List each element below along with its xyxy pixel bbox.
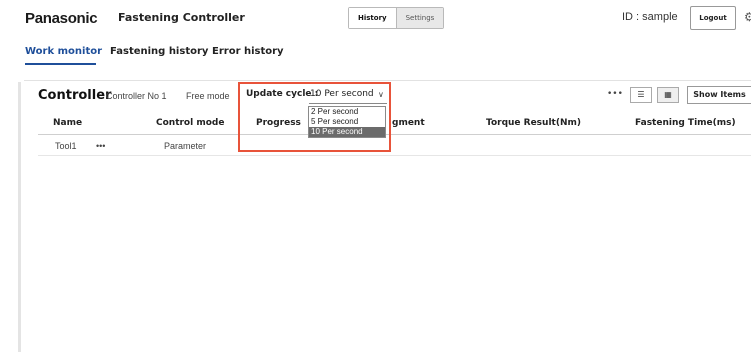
row-control-mode: Parameter <box>164 141 207 151</box>
column-header-fastening-time: Fastening Time(ms) <box>635 118 736 128</box>
update-cycle-option-2[interactable]: 2 Per second <box>309 107 385 117</box>
app-title: Fastening Controller <box>118 11 245 24</box>
chevron-down-icon[interactable]: ∨ <box>378 90 384 99</box>
header-divider <box>38 134 751 135</box>
grid-view-icon[interactable]: ▦ <box>657 87 679 103</box>
show-items-button[interactable]: Show Items <box>687 86 751 104</box>
controller-number: Controller No 1 <box>106 91 167 101</box>
update-cycle-option-10[interactable]: 10 Per second <box>309 127 385 137</box>
update-cycle-label: Update cycle : <box>246 89 319 99</box>
user-id-label: ID : sample <box>622 11 678 23</box>
row-tool-name: Tool1 <box>55 141 77 151</box>
active-tab-indicator <box>25 63 96 65</box>
top-bar: Panasonic Fastening Controller History S… <box>0 0 751 38</box>
tab-history[interactable]: History <box>349 8 396 28</box>
column-header-name: Name <box>53 118 83 128</box>
more-options-button[interactable]: ••• <box>607 89 623 99</box>
column-header-judgment: gment <box>392 118 425 128</box>
tab-work-monitor[interactable]: Work monitor <box>25 46 102 57</box>
update-cycle-underline <box>309 103 387 104</box>
mode-switch: History Settings <box>348 7 445 29</box>
row-divider <box>38 155 751 156</box>
list-view-icon[interactable]: ☰ <box>630 87 652 103</box>
column-header-control-mode: Control mode <box>156 118 225 128</box>
controller-title: Controller <box>38 88 112 103</box>
column-header-torque-result: Torque Result(Nm) <box>486 118 581 128</box>
row-more-button[interactable]: ••• <box>96 141 105 151</box>
brand-logo: Panasonic <box>25 10 98 27</box>
tab-error-history[interactable]: Error history <box>212 46 284 57</box>
gear-icon[interactable]: ⚙ <box>744 10 751 24</box>
update-cycle-dropdown: 2 Per second 5 Per second 10 Per second <box>308 106 386 138</box>
tab-fastening-history[interactable]: Fastening history <box>110 46 208 57</box>
update-cycle-select[interactable]: 10 Per second <box>310 89 386 99</box>
logout-button[interactable]: Logout <box>690 6 736 30</box>
left-scroll-track <box>18 82 21 352</box>
tab-settings[interactable]: Settings <box>395 8 444 28</box>
controller-mode: Free mode <box>186 91 230 101</box>
update-cycle-option-5[interactable]: 5 Per second <box>309 117 385 127</box>
